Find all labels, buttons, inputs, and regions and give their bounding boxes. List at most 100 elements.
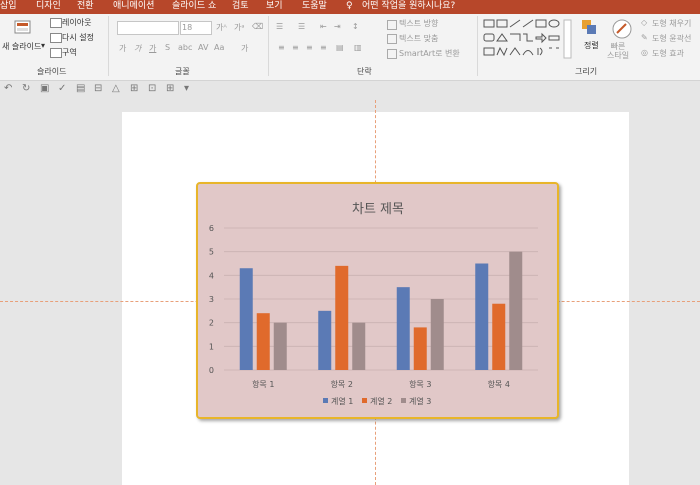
- tab-slide-show[interactable]: 슬라이드 쇼: [172, 0, 216, 14]
- new-slide-dropdown-icon[interactable]: ▾: [41, 41, 45, 50]
- font-size-value: 18: [182, 23, 193, 32]
- undo-icon[interactable]: ↶: [4, 83, 12, 94]
- reset-icon: [50, 33, 62, 43]
- shape-effects-button[interactable]: 도형 효과: [652, 48, 684, 59]
- y-tick-label: 6: [209, 224, 214, 233]
- tab-help[interactable]: 도움말: [302, 0, 327, 14]
- bullets-icon[interactable]: ☰: [276, 22, 283, 31]
- distributed-icon[interactable]: ▤: [336, 43, 344, 52]
- bar: [256, 313, 270, 370]
- tab-view[interactable]: 보기: [266, 0, 283, 14]
- arrange-icon: [582, 20, 596, 34]
- font-size-box[interactable]: 18: [180, 21, 212, 35]
- lightbulb-icon: ♀: [346, 1, 353, 11]
- ribbon-divider: [268, 16, 269, 76]
- smartart-button[interactable]: SmartArt로 변환: [399, 48, 460, 59]
- y-tick-label: 4: [209, 271, 214, 280]
- bar: [318, 310, 332, 370]
- font-group-label: 글꼴: [175, 67, 190, 76]
- y-tick-label: 5: [209, 248, 214, 257]
- redo-icon[interactable]: ↻: [22, 83, 30, 94]
- line-spacing-icon[interactable]: ↕: [352, 22, 359, 31]
- quick-styles-button[interactable]: 빠른 스타일: [607, 42, 629, 60]
- columns-icon[interactable]: ▥: [354, 43, 362, 52]
- align-text-button[interactable]: 텍스트 맞춤: [399, 33, 438, 44]
- numbering-icon[interactable]: ☰: [298, 22, 305, 31]
- bar: [509, 251, 523, 370]
- x-tick-label: 항목 4: [488, 380, 510, 389]
- ribbon-divider: [477, 16, 478, 76]
- chart-object[interactable]: 0 1 2 3 4 5 6 항목 1 항목 2 항목 3 항목 4 차트 제목 계열 1 계열 2 계열…: [196, 182, 559, 419]
- grow-font-icon[interactable]: 가ᴬ: [216, 22, 227, 33]
- shrink-font-icon[interactable]: 가ᵃ: [234, 22, 245, 33]
- y-tick-label: 3: [209, 295, 214, 304]
- tell-me-search[interactable]: 어떤 작업을 원하시나요?: [362, 0, 455, 14]
- underline-icon[interactable]: 가: [149, 43, 156, 54]
- increase-indent-icon[interactable]: ⇥: [334, 22, 341, 31]
- align-center-icon[interactable]: ≡: [292, 43, 299, 52]
- tab-transitions[interactable]: 전환: [77, 0, 94, 14]
- legend-label: 계열 3: [409, 396, 431, 406]
- align-icon[interactable]: ⊞: [130, 83, 138, 94]
- italic-icon[interactable]: 가: [134, 43, 141, 54]
- y-tick-label: 1: [209, 342, 214, 351]
- group-icon[interactable]: ⊡: [148, 83, 156, 94]
- font-color-icon[interactable]: 가: [241, 43, 248, 54]
- align-text-icon: [387, 34, 397, 44]
- legend-label: 계열 2: [370, 396, 392, 406]
- bar: [413, 327, 427, 370]
- new-slide-button[interactable]: 새 슬라이드: [2, 41, 41, 52]
- reset-button[interactable]: 다시 설정: [62, 32, 94, 43]
- new-slide-icon[interactable]: [13, 19, 33, 37]
- tab-design[interactable]: 디자인: [36, 0, 61, 14]
- quick-styles-icon: [612, 19, 632, 39]
- text-direction-icon: [387, 20, 397, 30]
- quick-access-toolbar: ↶ ↻ ▣ ✓ ▤ ⊟ △ ⊞ ⊡ ⊞ ▾: [0, 81, 700, 99]
- chart-svg: 0 1 2 3 4 5 6 항목 1 항목 2 항목 3 항목 4 차트 제목 계열 1 계열 2 계열…: [209, 202, 538, 406]
- layout-icon: [50, 18, 62, 28]
- bar: [335, 265, 349, 370]
- strikethrough-icon[interactable]: abc: [178, 43, 192, 52]
- print-icon[interactable]: ▤: [76, 83, 85, 94]
- bar: [352, 322, 366, 370]
- x-tick-label: 항목 2: [331, 380, 353, 389]
- shape-outline-button[interactable]: 도형 윤곽선: [652, 33, 691, 44]
- tab-review[interactable]: 검토: [232, 0, 249, 14]
- font-name-box[interactable]: [117, 21, 179, 35]
- decrease-indent-icon[interactable]: ⇤: [320, 22, 327, 31]
- shape-fill-icon: ◇: [641, 18, 648, 27]
- shape-outline-icon: ✎: [641, 33, 648, 42]
- align-right-icon[interactable]: ≡: [306, 43, 313, 52]
- bar: [273, 322, 287, 370]
- text-direction-button[interactable]: 텍스트 방향: [399, 18, 438, 29]
- x-tick-label: 항목 1: [252, 380, 274, 389]
- change-case-icon[interactable]: Aa: [214, 43, 224, 52]
- ribbon: 새 슬라이드 ▾ 레이아웃 다시 설정 구역 슬라이드 18 가ᴬ 가ᵃ ⌫ 가…: [0, 14, 700, 81]
- arrange-button[interactable]: 정렬: [584, 40, 599, 51]
- chart-title[interactable]: 차트 제목: [352, 202, 404, 217]
- spelling-icon[interactable]: ✓: [58, 83, 66, 94]
- tab-insert[interactable]: 삽입: [0, 0, 17, 14]
- justify-icon[interactable]: ≡: [320, 43, 327, 52]
- layout-button[interactable]: 레이아웃: [62, 17, 91, 28]
- shapes-icon[interactable]: △: [112, 83, 120, 94]
- shapes-gallery[interactable]: [482, 18, 572, 62]
- section-button[interactable]: 구역: [62, 47, 77, 58]
- shadow-icon[interactable]: S: [165, 43, 170, 52]
- distribute-icon[interactable]: ⊞: [166, 83, 174, 94]
- legend-swatch: [323, 398, 328, 403]
- tab-animations[interactable]: 애니메이션: [113, 0, 154, 14]
- y-tick-label: 0: [209, 366, 214, 375]
- more-commands-icon[interactable]: ▾: [184, 83, 189, 94]
- smartart-icon: [387, 49, 397, 59]
- shape-effects-icon: ◎: [641, 48, 648, 57]
- format-painter-icon[interactable]: ⊟: [94, 83, 102, 94]
- shape-fill-button[interactable]: 도형 채우기: [652, 18, 691, 29]
- align-left-icon[interactable]: ≡: [278, 43, 285, 52]
- drawing-group-label: 그리기: [575, 67, 598, 76]
- bold-icon[interactable]: 가: [119, 43, 126, 54]
- char-spacing-icon[interactable]: AV: [198, 43, 208, 52]
- clear-format-icon[interactable]: ⌫: [252, 22, 263, 31]
- ribbon-divider: [108, 16, 109, 76]
- slideshow-icon[interactable]: ▣: [40, 83, 49, 94]
